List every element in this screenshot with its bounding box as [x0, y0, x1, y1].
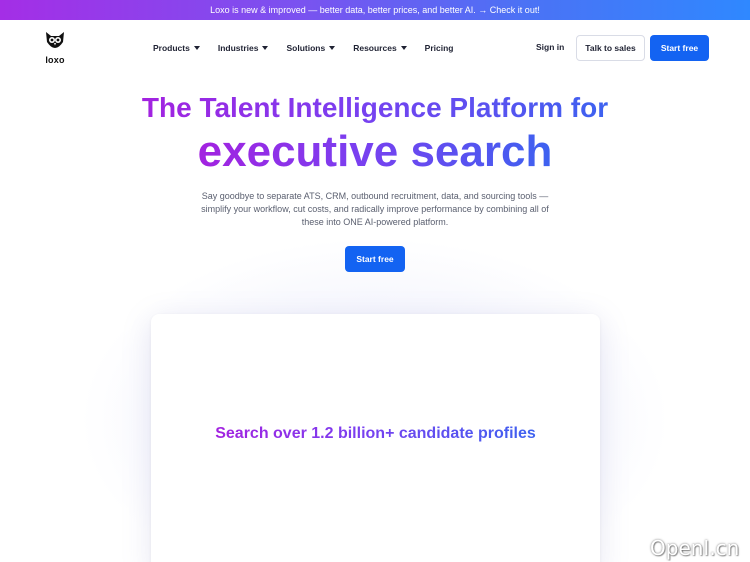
nav-item-label: Solutions — [286, 43, 326, 53]
hero-headline-line-1: The Talent Intelligence Platform for — [0, 90, 750, 126]
hero-headline-line-1-text: The Talent Intelligence Platform for — [141, 92, 609, 123]
announcement-bar[interactable]: Loxo is new & improved — better data, be… — [0, 0, 750, 20]
hero-start-free-button[interactable]: Start free — [345, 246, 405, 272]
sign-in-link[interactable]: Sign in — [536, 42, 564, 52]
hero-subtitle: Say goodbye to separate ATS, CRM, outbou… — [201, 191, 549, 227]
caret-down-icon — [329, 46, 336, 50]
hero-headline-line-2-text: executive search — [197, 127, 553, 176]
talk-to-sales-button[interactable]: Talk to sales — [576, 35, 645, 61]
brand-logo-text: loxo — [45, 55, 65, 65]
preview-card-title-text: Search over 1.2 billion+ candidate profi… — [215, 425, 536, 442]
nav-item-pricing[interactable]: Pricing — [425, 43, 454, 53]
product-preview-card: Search over 1.2 billion+ candidate profi… — [151, 314, 600, 562]
nav-item-label: Resources — [353, 43, 397, 53]
hero-headline-line-2: executive search — [0, 126, 750, 178]
caret-down-icon — [262, 46, 269, 50]
nav-item-label: Pricing — [424, 43, 454, 53]
nav-item-label: Products — [153, 43, 190, 53]
nav-item-label: Industries — [217, 43, 259, 53]
watermark-text: OpenI.cn — [650, 536, 740, 560]
nav-item-solutions[interactable]: Solutions — [286, 43, 336, 53]
preview-card-title: Search over 1.2 billion+ candidate profi… — [151, 425, 600, 443]
nav-item-products[interactable]: Products — [153, 43, 200, 53]
announcement-text[interactable]: Loxo is new & improved — better data, be… — [210, 5, 540, 15]
caret-down-icon — [400, 46, 407, 50]
top-navigation: loxo Products Industries Solutions Resource… — [0, 20, 750, 76]
brand-logo[interactable]: loxo — [42, 30, 68, 66]
main-menu: Products Industries Solutions Resources Pric… — [153, 42, 471, 54]
caret-down-icon — [193, 46, 200, 50]
nav-item-resources[interactable]: Resources — [353, 43, 407, 53]
nav-start-free-button[interactable]: Start free — [650, 35, 709, 61]
owl-logo-icon — [43, 30, 67, 54]
nav-item-industries[interactable]: Industries — [218, 43, 269, 53]
